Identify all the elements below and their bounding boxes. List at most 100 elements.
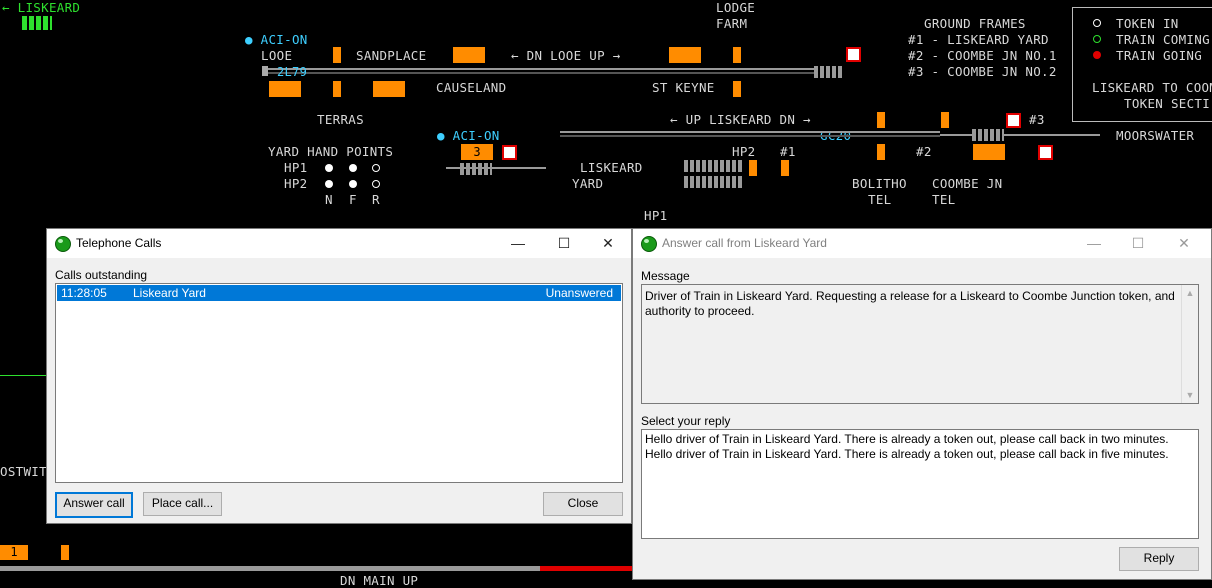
- track-block: [373, 81, 405, 97]
- hp2-reverse-indicator[interactable]: [372, 180, 380, 188]
- hp1-free-indicator[interactable]: [349, 164, 357, 172]
- track-block: [733, 81, 741, 97]
- hand-point-hp1-label: HP1: [644, 208, 668, 223]
- track-block: [269, 81, 301, 97]
- legend-token-section: TOKEN SECTI: [1124, 96, 1211, 111]
- window-title: Telephone Calls: [76, 236, 162, 250]
- select-reply-label: Select your reply: [641, 414, 731, 428]
- reply-button[interactable]: Reply: [1119, 547, 1199, 571]
- points-liskeard: [460, 163, 492, 175]
- place-call-button[interactable]: Place call...: [143, 492, 222, 516]
- ground-frame-2-label: #2: [916, 144, 932, 159]
- legend-train-coming: TRAIN COMING: [1116, 32, 1210, 47]
- station-lodge: LODGE: [716, 0, 756, 15]
- message-box[interactable]: Driver of Train in Liskeard Yard. Reques…: [641, 284, 1199, 404]
- hp1-normal-indicator[interactable]: [325, 164, 333, 172]
- bolitho-label: BOLITHO: [852, 176, 907, 191]
- ground-frame-2: #2 - COOMBE JN NO.1: [908, 48, 1057, 63]
- track-main-line: [0, 566, 540, 571]
- hand-point-hp2: HP2: [284, 176, 308, 191]
- aci-on-label-looe: ● ACI-ON: [245, 32, 308, 47]
- track-looe-line: [268, 68, 816, 70]
- close-button[interactable]: Close: [543, 492, 623, 516]
- station-farm: FARM: [716, 16, 748, 31]
- token-in-icon: [1093, 19, 1101, 27]
- points-looe: [814, 66, 844, 78]
- legend-liskeard-to-coombe: LISKEARD TO COOM: [1092, 80, 1212, 95]
- call-row[interactable]: 11:28:05 Liskeard Yard Unanswered: [57, 285, 621, 301]
- station-liskeard: LISKEARD: [580, 160, 643, 175]
- track-looe-line-edge: [268, 72, 816, 74]
- minimize-button[interactable]: —: [495, 229, 541, 258]
- legend-train-going: TRAIN GOING: [1116, 48, 1203, 63]
- signal-red-square[interactable]: [1038, 145, 1053, 160]
- track-block: [733, 47, 741, 63]
- track-block: [669, 47, 701, 63]
- aci-on-label-liskeard: ● ACI-ON: [437, 128, 500, 143]
- hand-point-hp1: HP1: [284, 160, 308, 175]
- track-block: [877, 144, 885, 160]
- telephone-calls-window: Telephone Calls — ☐ ✕ Calls outstanding …: [46, 228, 632, 524]
- legend-token-in: TOKEN IN: [1116, 16, 1179, 31]
- track-block: [877, 112, 885, 128]
- telephone-app-icon: [641, 236, 657, 252]
- station-moorswater: MOORSWATER: [1116, 128, 1195, 143]
- track-liskeard-line-edge: [560, 135, 940, 137]
- coombe-tel-label: TEL: [932, 192, 956, 207]
- ground-frame-3: #3 - COOMBE JN NO.2: [908, 64, 1057, 79]
- station-terras: TERRAS: [317, 112, 364, 127]
- title-bar[interactable]: Telephone Calls — ☐ ✕: [47, 229, 631, 258]
- station-causeland: CAUSELAND: [436, 80, 507, 95]
- call-time: 11:28:05: [61, 286, 107, 300]
- track-block: [61, 545, 69, 560]
- maximize-button[interactable]: ☐: [1115, 229, 1161, 258]
- signal-red-square[interactable]: [1006, 113, 1021, 128]
- calls-outstanding-label: Calls outstanding: [55, 268, 148, 282]
- message-scrollbar[interactable]: ▲ ▼: [1181, 285, 1198, 403]
- reply-option[interactable]: Hello driver of Train in Liskeard Yard. …: [645, 447, 1169, 462]
- hand-point-hp2-label: HP2: [732, 144, 756, 159]
- station-looe: LOOE: [261, 48, 293, 63]
- coombe-jn-label: COOMBE JN: [932, 176, 1003, 191]
- liskeard-direction-label: ← LISKEARD: [2, 0, 81, 15]
- green-line-left: [0, 375, 46, 376]
- reply-option[interactable]: Hello driver of Train in Liskeard Yard. …: [645, 432, 1169, 447]
- answer-call-button[interactable]: Answer call: [55, 492, 133, 518]
- minimize-button[interactable]: —: [1071, 229, 1117, 258]
- ground-frame-1: #1 - LISKEARD YARD: [908, 32, 1049, 47]
- hp1-reverse-indicator[interactable]: [372, 164, 380, 172]
- bolitho-tel-label: TEL: [868, 192, 892, 207]
- window-title: Answer call from Liskeard Yard: [662, 236, 827, 250]
- close-window-button[interactable]: ✕: [585, 229, 631, 258]
- signal-red-square[interactable]: [502, 145, 517, 160]
- siding-points: [684, 176, 744, 188]
- message-label: Message: [641, 269, 690, 283]
- maximize-button[interactable]: ☐: [541, 229, 587, 258]
- close-window-button[interactable]: ✕: [1161, 229, 1207, 258]
- hp2-free-indicator[interactable]: [349, 180, 357, 188]
- train-2l79: 2L79: [277, 65, 308, 79]
- track-block: [781, 160, 789, 176]
- partial-station-label: OSTWIT: [0, 464, 47, 479]
- hp2-normal-indicator[interactable]: [325, 180, 333, 188]
- calls-list[interactable]: 11:28:05 Liskeard Yard Unanswered: [55, 283, 623, 483]
- track-moorswater: [940, 134, 1100, 136]
- track-block: [941, 112, 949, 128]
- title-bar[interactable]: Answer call from Liskeard Yard — ☐ ✕: [633, 229, 1211, 258]
- column-r: R: [372, 192, 380, 207]
- reply-list[interactable]: Hello driver of Train in Liskeard Yard. …: [641, 429, 1199, 539]
- track-block: [749, 160, 757, 176]
- points-coombe: [972, 129, 1004, 141]
- column-f: F: [349, 192, 357, 207]
- train-coming-icon: [1093, 35, 1101, 43]
- ground-frame-3-label: #3: [1029, 112, 1045, 127]
- buffer-stop: [262, 66, 268, 76]
- answer-call-window: Answer call from Liskeard Yard — ☐ ✕ Mes…: [632, 228, 1212, 580]
- liskeard-indicator-bars: [22, 16, 52, 30]
- track-liskeard-line: [560, 131, 940, 133]
- signal-red-square[interactable]: [846, 47, 861, 62]
- track-block: [973, 144, 1005, 160]
- call-status: Unanswered: [545, 286, 613, 300]
- station-yard: YARD: [572, 176, 604, 191]
- track-block: [453, 47, 485, 63]
